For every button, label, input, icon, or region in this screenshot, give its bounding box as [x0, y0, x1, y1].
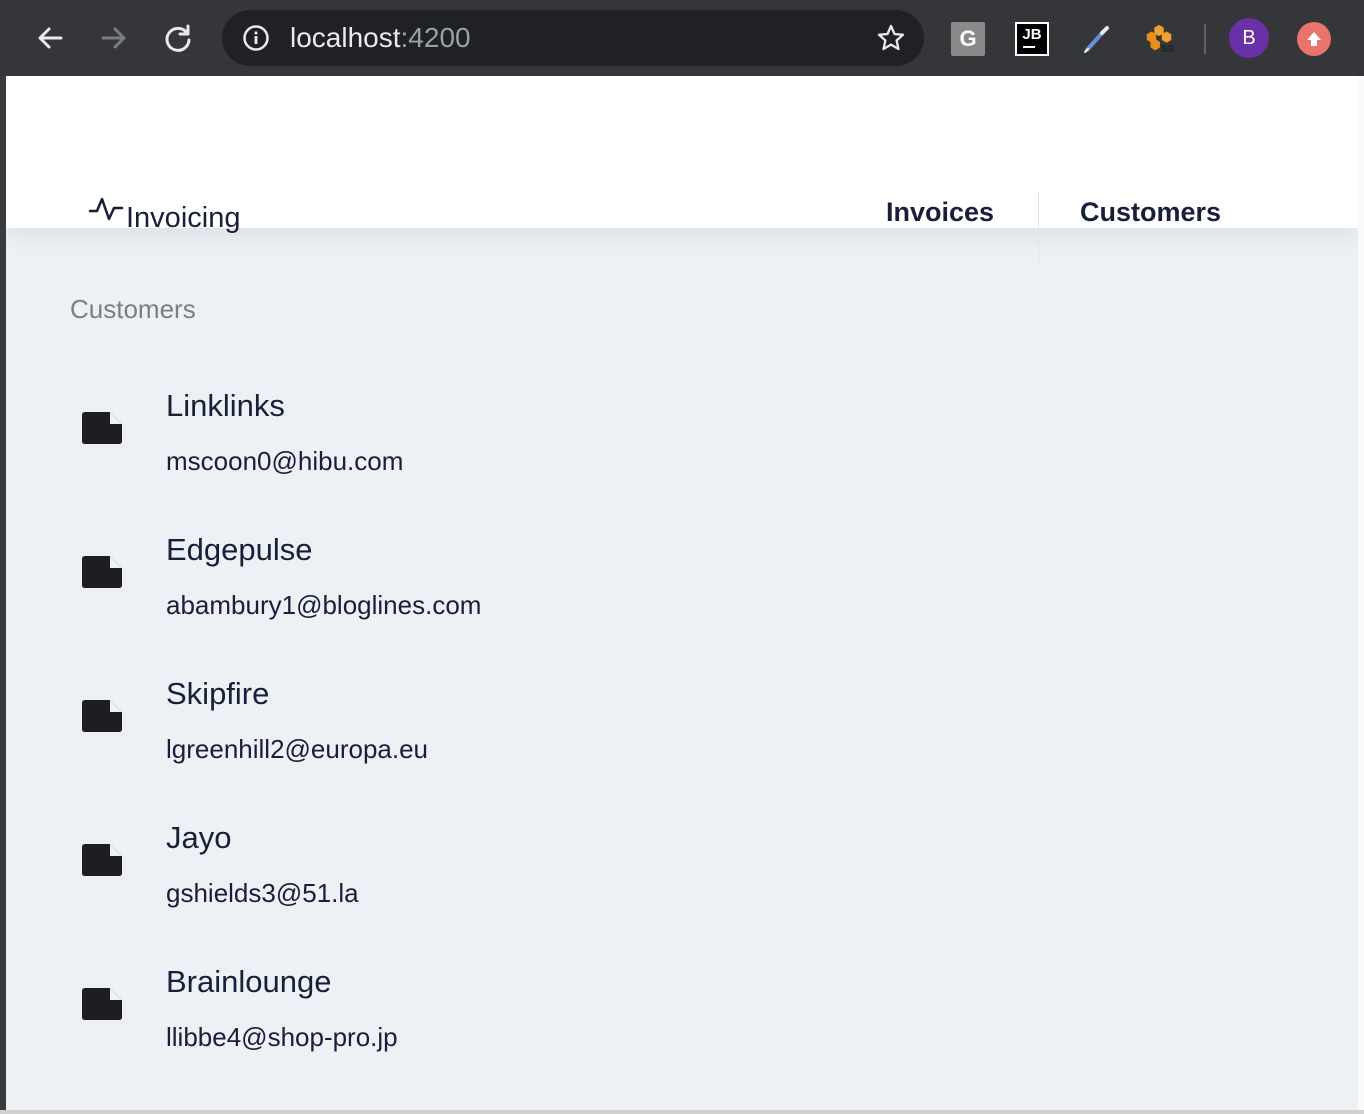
update-button[interactable]	[1297, 22, 1331, 56]
url-text[interactable]: localhost:4200	[290, 22, 471, 54]
window-bottom-edge	[0, 1110, 1364, 1114]
page-viewport: Invoicing Invoices Customers Customers L…	[6, 76, 1358, 1110]
jetbrains-extension-icon[interactable]: JB	[1015, 22, 1049, 56]
page-title: Customers	[70, 294, 196, 324]
brand[interactable]: Invoicing	[88, 194, 240, 236]
brand-title: Invoicing	[126, 202, 241, 234]
activity-icon	[88, 197, 124, 221]
toolbar-separator	[1204, 24, 1206, 54]
url-host: localhost	[290, 22, 401, 53]
arrow-up-icon	[1307, 32, 1321, 46]
customer-name: Edgepulse	[166, 532, 313, 567]
customer-name: Brainlounge	[166, 964, 332, 999]
nav-customers[interactable]: Customers	[1080, 194, 1221, 230]
arrow-right-icon	[101, 27, 126, 49]
customer-name: Jayo	[166, 820, 232, 855]
customer-email: lgreenhill2@europa.eu	[166, 734, 429, 764]
document-icon	[82, 412, 122, 444]
document-icon	[82, 700, 122, 732]
reload-icon	[165, 24, 191, 52]
list-item[interactable]: Skipfire lgreenhill2@europa.eu	[6, 670, 1358, 814]
arrow-left-icon	[38, 27, 63, 49]
nav-divider	[1038, 192, 1039, 264]
document-icon	[82, 988, 122, 1020]
list-item[interactable]: Jayo gshields3@51.la	[6, 814, 1358, 958]
reload-button[interactable]	[154, 14, 202, 62]
list-item[interactable]: Edgepulse abambury1@bloglines.com	[6, 526, 1358, 670]
profile-avatar[interactable]: B	[1229, 18, 1269, 58]
jetbrains-extension-label: JB	[1022, 26, 1042, 43]
profile-initial: B	[1242, 26, 1256, 49]
window-edge	[1358, 76, 1364, 1114]
address-bar[interactable]: localhost:4200	[222, 10, 924, 66]
customer-name: Linklinks	[166, 388, 285, 423]
list-item[interactable]: Brainlounge llibbe4@shop-pro.jp	[6, 958, 1358, 1102]
customer-email: gshields3@51.la	[166, 878, 359, 908]
customer-email: abambury1@bloglines.com	[166, 590, 482, 620]
customer-email: llibbe4@shop-pro.jp	[166, 1022, 398, 1052]
g-extension-icon[interactable]: G	[951, 22, 985, 56]
document-icon	[82, 844, 122, 876]
g-extension-label: G	[959, 26, 977, 51]
browser-toolbar: localhost:4200 G JB S3 B	[0, 0, 1364, 76]
forward-button[interactable]	[90, 14, 138, 62]
color-picker-extension-icon[interactable]	[1080, 22, 1114, 56]
s3-extension-icon[interactable]: S3	[1142, 22, 1176, 56]
customer-email: mscoon0@hibu.com	[166, 446, 404, 476]
document-icon	[82, 556, 122, 588]
s3-extension-label: S3	[1161, 44, 1174, 55]
nav-invoices[interactable]: Invoices	[886, 194, 994, 230]
back-button[interactable]	[26, 14, 74, 62]
url-port: :4200	[400, 22, 471, 53]
list-item[interactable]: Linklinks mscoon0@hibu.com	[6, 382, 1358, 526]
info-icon[interactable]	[242, 24, 270, 52]
bookmark-star-icon[interactable]	[876, 23, 906, 53]
customer-name: Skipfire	[166, 676, 270, 711]
customer-list: Linklinks mscoon0@hibu.com Edgepulse aba…	[6, 382, 1358, 1102]
